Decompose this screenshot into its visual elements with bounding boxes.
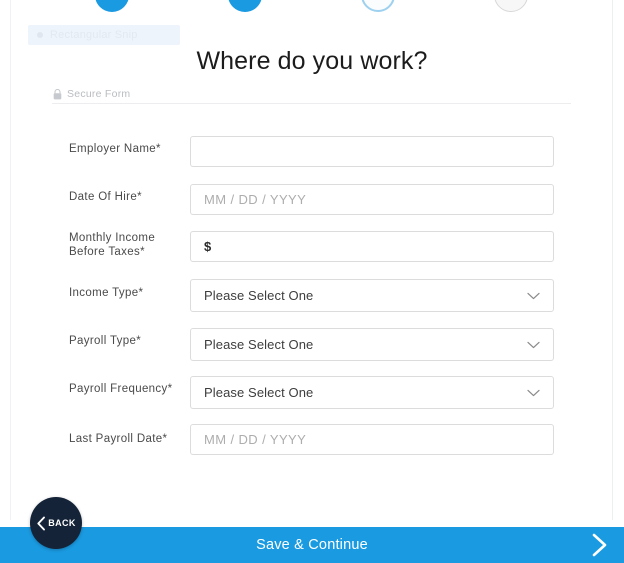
stepper-step-3[interactable] [361,0,395,12]
page-title: Where do you work? [196,47,428,75]
monthly-income-input[interactable]: $ [190,231,554,262]
employer-name-control [190,136,554,167]
field-row-monthly-income: $ [0,231,624,265]
back-button[interactable]: BACK [30,497,82,549]
payroll-type-select[interactable]: Please Select One [190,328,554,361]
back-button-label: BACK [48,518,76,528]
date-of-hire-input[interactable]: MM / DD / YYYY [190,184,554,215]
monthly-income-control: $ [190,231,554,262]
onboarding-form-page: Rectangular Snip Where do you work? Secu… [0,0,624,563]
snip-tool-label: Rectangular Snip [50,29,138,41]
lock-icon [53,88,62,99]
field-row-date-of-hire: MM / DD / YYYY [0,184,624,218]
last-payroll-date-placeholder: MM / DD / YYYY [204,432,307,447]
payroll-frequency-control: Please Select One [190,376,554,409]
stepper-step-2[interactable] [228,0,262,12]
secure-form-label: Secure Form [67,88,131,100]
field-row-last-payroll-date: MM / DD / YYYY [0,424,624,458]
income-type-control: Please Select One [190,279,554,312]
monthly-income-value: $ [204,239,212,254]
snip-tool-overlay[interactable]: Rectangular Snip [28,25,180,45]
snip-dot-icon [37,32,43,38]
save-and-continue-button[interactable]: Save & Continue [0,527,624,563]
field-row-payroll-type: Please Select One [0,328,624,362]
save-and-continue-label: Save & Continue [256,537,368,553]
stepper-step-1[interactable] [95,0,129,12]
stepper-step-4[interactable] [494,0,528,12]
payroll-frequency-value: Please Select One [204,385,314,400]
progress-stepper [0,0,624,14]
income-type-select[interactable]: Please Select One [190,279,554,312]
payroll-frequency-select[interactable]: Please Select One [190,376,554,409]
employer-name-input[interactable] [190,136,554,167]
chevron-right-icon[interactable] [588,532,612,558]
header-divider [52,103,571,104]
secure-form-indicator: Secure Form [53,88,130,100]
income-type-value: Please Select One [204,288,314,303]
last-payroll-date-input[interactable]: MM / DD / YYYY [190,424,554,455]
chevron-down-icon [527,292,540,299]
date-of-hire-control: MM / DD / YYYY [190,184,554,215]
field-row-payroll-frequency: Please Select One [0,376,624,410]
field-row-income-type: Please Select One [0,279,624,313]
chevron-left-icon [37,516,46,530]
last-payroll-date-control: MM / DD / YYYY [190,424,554,455]
chevron-down-icon [527,389,540,396]
payroll-type-control: Please Select One [190,328,554,361]
date-of-hire-placeholder: MM / DD / YYYY [204,192,307,207]
payroll-type-value: Please Select One [204,337,314,352]
chevron-down-icon [527,341,540,348]
field-row-employer-name [0,136,624,170]
